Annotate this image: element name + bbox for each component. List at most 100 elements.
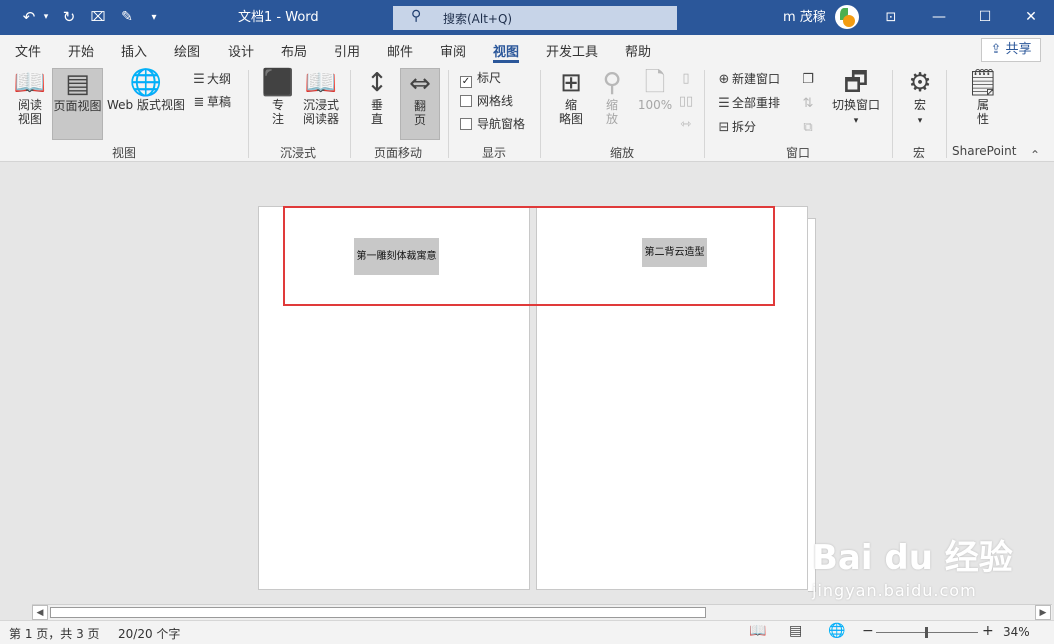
page-width-button[interactable]: ⇿ — [678, 115, 694, 134]
ribbon-display-options-icon[interactable]: ⊡ — [868, 0, 914, 35]
show-group-label: 显示 — [482, 146, 507, 160]
draft-label: 草稿 — [207, 95, 232, 109]
maximize-icon[interactable]: ☐ — [962, 0, 1008, 35]
outline-label: 大纲 — [207, 72, 232, 86]
synchronous-scrolling-icon: ⇅ — [802, 96, 814, 111]
read-mode-label-2: 视图 — [17, 112, 42, 126]
split-button[interactable]: ⊟ 拆分 — [716, 118, 756, 137]
web-layout-label: Web 版式视图 — [107, 98, 185, 112]
web-layout-button[interactable]: 🌐 Web 版式视图 — [105, 68, 187, 140]
tab-help[interactable]: 帮助 — [625, 41, 651, 60]
focus-label-1: 专 — [271, 98, 284, 112]
ruler-checkbox[interactable]: ✓ 标尺 — [460, 69, 501, 88]
print-layout-icon[interactable]: ▤ — [789, 623, 802, 639]
customize-toolbar-icon[interactable]: ▾ — [146, 0, 162, 35]
scroll-left-icon[interactable]: ◀ — [32, 605, 48, 620]
horizontal-scrollbar[interactable]: ◀ ▶ — [32, 604, 1052, 620]
annotation-highlight-box — [283, 206, 775, 306]
undo-dropdown-icon[interactable]: ▾ — [40, 0, 52, 35]
macros-label: 宏 — [913, 98, 926, 112]
immersive-reader-label-1: 沉浸式 — [302, 98, 339, 112]
gridlines-label: 网格线 — [477, 94, 514, 108]
scroll-right-icon[interactable]: ▶ — [1035, 605, 1051, 620]
search-box[interactable]: ⚲ 搜索(Alt+Q) — [393, 6, 677, 30]
arrange-all-button[interactable]: ☰ 全部重排 — [716, 94, 780, 113]
web-layout-icon[interactable]: 🌐 — [828, 623, 845, 639]
tab-file[interactable]: 文件 — [15, 41, 41, 60]
switch-windows-button[interactable]: 🗗 切换窗口 ▾ — [826, 68, 886, 140]
tab-insert[interactable]: 插入 — [121, 41, 147, 60]
page-width-icon: ⇿ — [680, 117, 692, 132]
vertical-label-2: 直 — [370, 112, 383, 126]
avatar[interactable] — [835, 5, 859, 29]
read-mode-icon: 📖 — [13, 68, 47, 98]
zoom-magnifier-icon: ⚲ — [602, 68, 622, 98]
split-icon: ⊟ — [718, 120, 730, 135]
edit-icon[interactable]: ✎ — [116, 0, 138, 35]
zoom-slider-thumb[interactable] — [925, 627, 928, 638]
navigation-pane-checkbox[interactable]: 导航窗格 — [460, 115, 525, 133]
reset-window-position-button[interactable]: ⧉ — [800, 118, 816, 137]
immersive-reader-button[interactable]: 📖 沉浸式 阅读器 — [298, 68, 344, 140]
one-page-button[interactable]: ▯ — [678, 69, 694, 88]
zoom-button[interactable]: ⚲ 缩 放 — [594, 68, 630, 140]
outline-button[interactable]: ☰ 大纲 — [191, 70, 231, 89]
view-side-by-side-button[interactable]: ❐ — [800, 70, 816, 89]
print-layout-button[interactable]: ▤ 页面视图 — [52, 68, 103, 140]
zoom-group-label: 缩放 — [610, 146, 635, 160]
switch-windows-dropdown-icon: ▾ — [853, 116, 859, 126]
close-icon[interactable]: ✕ — [1008, 0, 1054, 35]
search-icon: ⚲ — [411, 8, 422, 24]
page-count-status[interactable]: 第 1 页，共 3 页 — [9, 625, 100, 642]
tab-developer[interactable]: 开发工具 — [546, 41, 598, 60]
print-layout-label: 页面视图 — [53, 99, 102, 113]
share-button[interactable]: ⇪ 共享 — [981, 38, 1041, 62]
macros-button[interactable]: ⚙ 宏 ▾ — [902, 68, 938, 140]
undo-icon[interactable]: ↶ — [18, 0, 40, 35]
split-label: 拆分 — [732, 120, 757, 134]
vertical-button[interactable]: ↕ 垂 直 — [358, 68, 396, 140]
tab-references[interactable]: 引用 — [334, 41, 360, 60]
print-layout-icon: ▤ — [65, 69, 90, 99]
gridlines-checkbox[interactable]: 网格线 — [460, 92, 513, 110]
word-count-status[interactable]: 20/20 个字 — [118, 625, 180, 642]
zoom-100-button[interactable]: 🗋 100% — [636, 68, 674, 140]
properties-label-1: 属 — [976, 98, 989, 112]
vertical-icon: ↕ — [366, 68, 388, 98]
tab-home[interactable]: 开始 — [68, 41, 94, 60]
group-separator — [350, 70, 351, 158]
tab-layout[interactable]: 布局 — [281, 41, 307, 60]
touch-mode-icon[interactable]: ⌧ — [87, 0, 109, 35]
focus-label-2: 注 — [271, 112, 284, 126]
properties-button[interactable]: 🗒 属 性 — [964, 68, 1002, 140]
read-mode-button[interactable]: 📖 阅读 视图 — [10, 68, 50, 140]
redo-icon[interactable]: ↻ — [58, 0, 80, 35]
minimize-icon[interactable]: — — [916, 0, 962, 35]
reset-window-position-icon: ⧉ — [803, 120, 813, 135]
tab-view[interactable]: 视图 — [493, 41, 519, 60]
zoom-level[interactable]: 34% — [1003, 625, 1030, 639]
side-to-side-label-2: 页 — [413, 113, 426, 127]
one-page-icon: ▯ — [682, 71, 690, 86]
focus-button[interactable]: ⬛ 专 注 — [260, 68, 296, 140]
immersive-reader-icon: 📖 — [304, 68, 338, 98]
read-mode-icon[interactable]: 📖 — [749, 623, 766, 639]
tab-review[interactable]: 审阅 — [440, 41, 466, 60]
zoom-out-button[interactable]: − — [862, 623, 874, 639]
scrollbar-thumb[interactable] — [50, 607, 706, 618]
tab-mailings[interactable]: 邮件 — [387, 41, 413, 60]
new-window-button[interactable]: ⊕ 新建窗口 — [716, 70, 780, 89]
synchronous-scrolling-button[interactable]: ⇅ — [800, 94, 816, 113]
user-name[interactable]: m 茂稼 — [783, 0, 826, 35]
multiple-pages-button[interactable]: ▯▯ — [678, 92, 694, 111]
draft-button[interactable]: ≣ 草稿 — [191, 93, 231, 112]
baidu-jingyan-watermark: Bai du 经验 jingyan.baidu.com — [812, 530, 1013, 600]
zoom-in-button[interactable]: + — [982, 623, 994, 639]
share-label: 共享 — [1005, 42, 1032, 57]
side-to-side-button[interactable]: ⇔ 翻 页 — [400, 68, 440, 140]
collapse-ribbon-icon[interactable]: ⌃ — [1030, 148, 1040, 162]
tab-draw[interactable]: 绘图 — [174, 41, 200, 60]
tab-design[interactable]: 设计 — [228, 41, 254, 60]
thumbnails-label-1: 缩 — [564, 98, 577, 112]
thumbnails-button[interactable]: ⊞ 缩 略图 — [552, 68, 590, 140]
